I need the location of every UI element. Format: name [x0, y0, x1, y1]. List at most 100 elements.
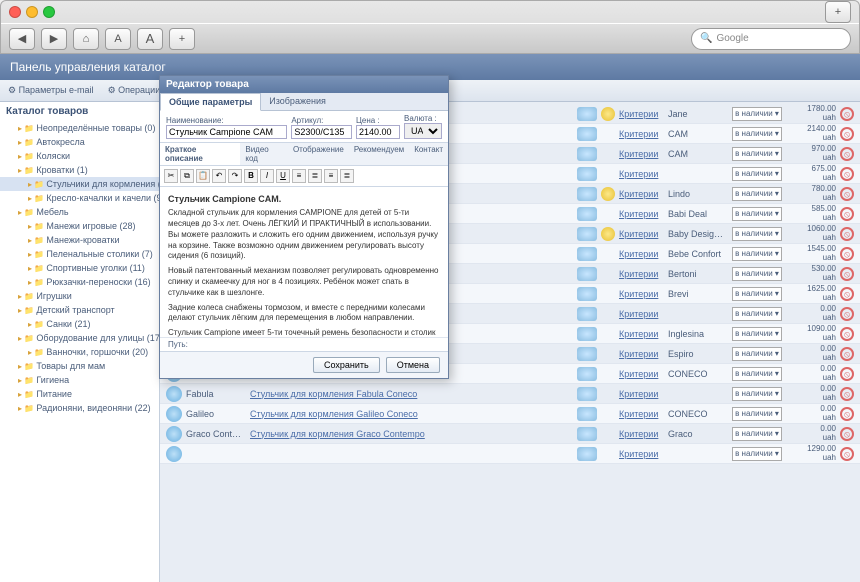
- tree-item[interactable]: Игрушки: [0, 289, 159, 303]
- tree-item[interactable]: Коляски: [0, 149, 159, 163]
- save-button[interactable]: Сохранить: [313, 357, 380, 373]
- delete-icon[interactable]: ⦸: [840, 247, 854, 261]
- price-input[interactable]: [356, 125, 400, 139]
- stock-select[interactable]: в наличии ▾: [732, 327, 782, 341]
- tree-item[interactable]: Санки (21): [0, 317, 159, 331]
- stock-select[interactable]: в наличии ▾: [732, 147, 782, 161]
- criteria-link[interactable]: Критерии: [619, 189, 664, 199]
- tree-item[interactable]: Ванночки, горшочки (20): [0, 345, 159, 359]
- delete-icon[interactable]: ⦸: [840, 187, 854, 201]
- recommend-icon[interactable]: [577, 167, 597, 181]
- delete-icon[interactable]: ⦸: [840, 127, 854, 141]
- rte-copy-icon[interactable]: ⧉: [180, 169, 194, 183]
- delete-icon[interactable]: ⦸: [840, 167, 854, 181]
- tab-general[interactable]: Общие параметры: [160, 93, 261, 111]
- criteria-link[interactable]: Критерии: [619, 269, 664, 279]
- rte-underline-icon[interactable]: U: [276, 169, 290, 183]
- stock-select[interactable]: в наличии ▾: [732, 127, 782, 141]
- subtab-video[interactable]: Видео код: [240, 143, 288, 165]
- product-link[interactable]: Стульчик для кормления Graco Contempo: [250, 429, 573, 439]
- delete-icon[interactable]: ⦸: [840, 287, 854, 301]
- stock-select[interactable]: в наличии ▾: [732, 167, 782, 181]
- criteria-link[interactable]: Критерии: [619, 149, 664, 159]
- subtab-desc[interactable]: Краткое описание: [160, 143, 240, 165]
- recommend-icon[interactable]: [577, 367, 597, 381]
- tree-item[interactable]: Неопределённые товары (0): [0, 121, 159, 135]
- rte-undo-icon[interactable]: ↶: [212, 169, 226, 183]
- tree-item[interactable]: Кресло-качалки и качели (9): [0, 191, 159, 205]
- rte-align-center-icon[interactable]: ≣: [308, 169, 322, 183]
- stock-select[interactable]: в наличии ▾: [732, 187, 782, 201]
- currency-select[interactable]: UAH: [404, 123, 442, 139]
- product-link[interactable]: Стульчик для кормления Fabula Coneco: [250, 389, 573, 399]
- criteria-link[interactable]: Критерии: [619, 449, 664, 459]
- minimize-window[interactable]: [26, 6, 38, 18]
- stock-select[interactable]: в наличии ▾: [732, 387, 782, 401]
- tree-item[interactable]: Кроватки (1): [0, 163, 159, 177]
- tree-item[interactable]: Манежи-кроватки: [0, 233, 159, 247]
- zoom-out-button[interactable]: A: [105, 28, 131, 50]
- delete-icon[interactable]: ⦸: [840, 107, 854, 121]
- stock-select[interactable]: в наличии ▾: [732, 407, 782, 421]
- forward-button[interactable]: ▶: [41, 28, 67, 50]
- browser-search[interactable]: Google: [691, 28, 851, 50]
- rte-cut-icon[interactable]: ✂: [164, 169, 178, 183]
- subtab-recommend[interactable]: Рекомендуем: [349, 143, 409, 165]
- delete-icon[interactable]: ⦸: [840, 387, 854, 401]
- criteria-link[interactable]: Критерии: [619, 349, 664, 359]
- criteria-link[interactable]: Критерии: [619, 309, 664, 319]
- criteria-link[interactable]: Критерии: [619, 169, 664, 179]
- tree-item[interactable]: Манежи игровые (28): [0, 219, 159, 233]
- stock-select[interactable]: в наличии ▾: [732, 247, 782, 261]
- zoom-in-button[interactable]: A: [137, 28, 163, 50]
- criteria-link[interactable]: Критерии: [619, 209, 664, 219]
- recommend-icon[interactable]: [577, 227, 597, 241]
- tree-item[interactable]: Оборудование для улицы (17): [0, 331, 159, 345]
- recommend-icon[interactable]: [577, 147, 597, 161]
- product-link[interactable]: Стульчик для кормления Galileo Coneco: [250, 409, 573, 419]
- tree-item[interactable]: Автокресла: [0, 135, 159, 149]
- rte-paste-icon[interactable]: 📋: [196, 169, 210, 183]
- criteria-link[interactable]: Критерии: [619, 129, 664, 139]
- recommend-icon[interactable]: [577, 267, 597, 281]
- back-button[interactable]: ◀: [9, 28, 35, 50]
- stock-select[interactable]: в наличии ▾: [732, 347, 782, 361]
- tree-item[interactable]: Радионяни, видеоняни (22): [0, 401, 159, 415]
- tree-item[interactable]: Рюкзачки-переноски (16): [0, 275, 159, 289]
- delete-icon[interactable]: ⦸: [840, 347, 854, 361]
- tree-item[interactable]: Товары для мам: [0, 359, 159, 373]
- tree-item[interactable]: Детский транспорт: [0, 303, 159, 317]
- recommend-icon[interactable]: [577, 107, 597, 121]
- tree-item[interactable]: Спортивные уголки (11): [0, 261, 159, 275]
- delete-icon[interactable]: ⦸: [840, 307, 854, 321]
- rte-justify-icon[interactable]: ≣: [340, 169, 354, 183]
- stock-select[interactable]: в наличии ▾: [732, 267, 782, 281]
- criteria-link[interactable]: Критерии: [619, 329, 664, 339]
- recommend-icon[interactable]: [577, 407, 597, 421]
- criteria-link[interactable]: Критерии: [619, 229, 664, 239]
- recommend-icon[interactable]: [577, 447, 597, 461]
- name-input[interactable]: [166, 125, 287, 139]
- close-window[interactable]: [9, 6, 21, 18]
- criteria-link[interactable]: Критерии: [619, 429, 664, 439]
- email-params-link[interactable]: Параметры e-mail: [8, 85, 94, 96]
- delete-icon[interactable]: ⦸: [840, 227, 854, 241]
- delete-icon[interactable]: ⦸: [840, 267, 854, 281]
- recommend-icon[interactable]: [577, 307, 597, 321]
- stock-select[interactable]: в наличии ▾: [732, 307, 782, 321]
- recommend-icon[interactable]: [577, 127, 597, 141]
- tree-item[interactable]: Стульчики для кормления (77): [0, 177, 159, 191]
- criteria-link[interactable]: Критерии: [619, 109, 664, 119]
- rte-align-right-icon[interactable]: ≡: [324, 169, 338, 183]
- rte-bold-icon[interactable]: B: [244, 169, 258, 183]
- recommend-icon[interactable]: [577, 187, 597, 201]
- subtab-display[interactable]: Отображение: [288, 143, 349, 165]
- stock-select[interactable]: в наличии ▾: [732, 367, 782, 381]
- add-tab-button[interactable]: +: [825, 1, 851, 23]
- rte-body[interactable]: Стульчик Campione CAM. Складной стульчик…: [160, 187, 448, 337]
- recommend-icon[interactable]: [577, 327, 597, 341]
- stock-select[interactable]: в наличии ▾: [732, 447, 782, 461]
- recommend-icon[interactable]: [577, 387, 597, 401]
- stock-select[interactable]: в наличии ▾: [732, 207, 782, 221]
- criteria-link[interactable]: Критерии: [619, 249, 664, 259]
